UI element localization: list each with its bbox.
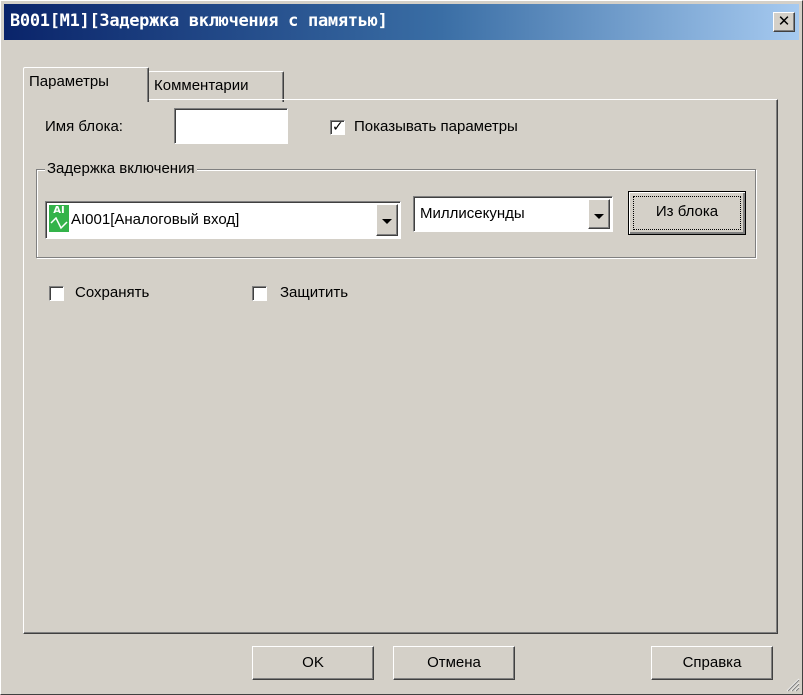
- dialog-window: B001[M1][Задержка включения с памятью] ✕…: [0, 0, 803, 695]
- chevron-down-icon[interactable]: [588, 199, 610, 229]
- resize-grip-icon[interactable]: [786, 678, 800, 692]
- unit-select-value: Миллисекунды: [420, 205, 525, 222]
- ok-label: OK: [302, 654, 324, 671]
- retain-checkbox[interactable]: [49, 286, 64, 301]
- tab-parameters[interactable]: Параметры: [23, 67, 149, 102]
- ok-button[interactable]: OK: [252, 646, 374, 680]
- protect-checkbox[interactable]: [252, 286, 267, 301]
- cancel-button[interactable]: Отмена: [393, 646, 515, 680]
- block-name-input[interactable]: [174, 108, 288, 144]
- protect-label: Защитить: [280, 284, 349, 301]
- checkmark-icon: ✓: [332, 119, 344, 135]
- from-block-label: Из блока: [655, 203, 719, 220]
- analog-wave-icon: [50, 217, 68, 230]
- help-label: Справка: [682, 654, 742, 671]
- close-icon: ✕: [777, 12, 791, 30]
- window-title: B001[M1][Задержка включения с памятью]: [10, 11, 388, 31]
- analog-input-icon-text: AI: [53, 205, 65, 216]
- source-select-value: AI001[Аналоговый вход]: [71, 211, 240, 228]
- close-button[interactable]: ✕: [773, 12, 795, 32]
- tab-comments-label: Комментарии: [154, 77, 249, 94]
- show-params-checkbox[interactable]: ✓: [330, 119, 345, 135]
- analog-input-icon: AI: [49, 205, 69, 232]
- help-button[interactable]: Справка: [651, 646, 773, 680]
- tab-parameters-label: Параметры: [29, 73, 109, 90]
- cancel-label: Отмена: [427, 654, 481, 671]
- chevron-down-icon[interactable]: [376, 204, 398, 236]
- retain-label: Сохранять: [75, 284, 150, 301]
- on-delay-group-label: Задержка включения: [45, 160, 197, 177]
- show-params-label: Показывать параметры: [354, 118, 518, 135]
- block-name-label: Имя блока:: [45, 118, 123, 135]
- title-bar[interactable]: B001[M1][Задержка включения с памятью] ✕: [4, 4, 799, 40]
- tab-comments[interactable]: Комментарии: [148, 71, 284, 102]
- unit-select[interactable]: Миллисекунды: [413, 196, 613, 232]
- source-select[interactable]: AI AI001[Аналоговый вход]: [45, 201, 401, 239]
- from-block-button[interactable]: Из блока: [628, 191, 746, 235]
